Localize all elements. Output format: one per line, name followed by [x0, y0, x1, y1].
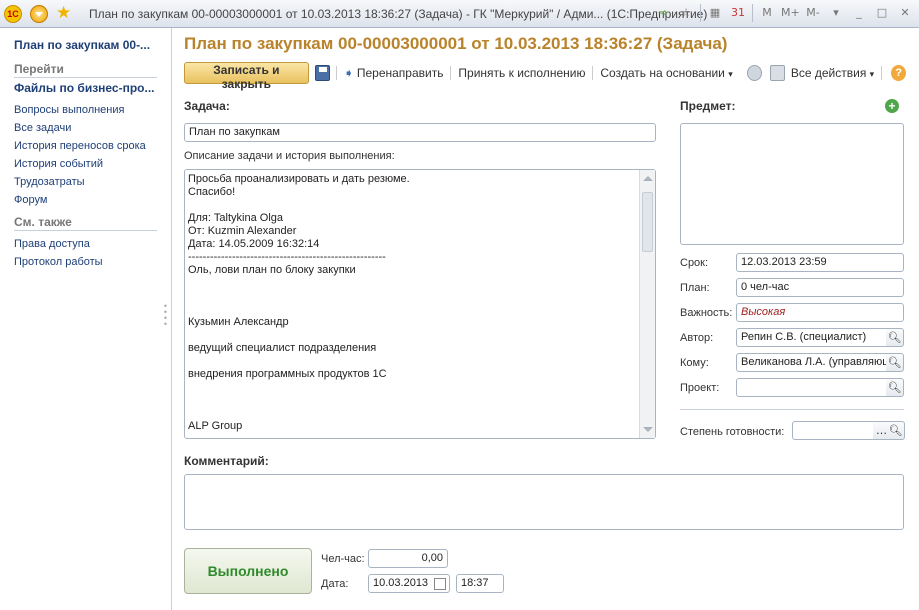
calculator-icon[interactable]: ▦ [706, 4, 724, 22]
task-name-field[interactable]: План по закупкам [184, 123, 656, 142]
comment-label: Комментарий: [184, 454, 269, 468]
favorite-star-icon[interactable]: ★ [56, 3, 71, 23]
to-search-icon[interactable]: 🔍︎ [886, 353, 904, 372]
description-text: Просьба проанализировать и дать резюме. … [188, 173, 410, 432]
scroll-down-icon[interactable] [643, 427, 653, 432]
all-actions-label: Все действия [790, 66, 867, 80]
comment-textarea[interactable] [184, 474, 904, 530]
deadline-label: Срок: [680, 257, 709, 269]
toolbar-separator [450, 66, 452, 80]
plan-label: План: [680, 282, 710, 294]
bookmark-icon[interactable]: ☆ [677, 4, 695, 22]
see-also-header: См. также [14, 215, 157, 231]
divider [680, 409, 904, 410]
title-bar: 1С ★ План по закупкам 00-00003000001 от … [0, 0, 919, 28]
sidebar-item-access-rights[interactable]: Права доступа [14, 235, 157, 253]
forward-arrow-icon[interactable]: ⇨ [654, 4, 672, 22]
time-field[interactable]: 18:37 [456, 574, 504, 593]
importance-field[interactable]: Высокая [736, 303, 904, 322]
sidebar-item-event-history[interactable]: История событий [14, 155, 157, 173]
sidebar-item-all-tasks[interactable]: Все задачи [14, 119, 157, 137]
sidebar-item-questions[interactable]: Вопросы выполнения [14, 101, 157, 119]
manhours-label: Чел-час: [321, 553, 365, 565]
project-label: Проект: [680, 382, 720, 394]
description-label: Описание задачи и история выполнения: [184, 150, 395, 162]
save-icon[interactable] [314, 65, 330, 81]
chevron-down-icon: ▾ [869, 69, 875, 79]
sidebar-item-labor[interactable]: Трудозатраты [14, 173, 157, 191]
create-based-button[interactable]: Создать на основании ▾ [594, 66, 738, 80]
memory-plus-button[interactable]: M+ [781, 4, 800, 22]
project-search-icon[interactable]: 🔍︎ [886, 378, 904, 397]
see-also-links: Права доступа Протокол работы [14, 235, 157, 271]
sidebar-item-deadline-history[interactable]: История переносов срока [14, 137, 157, 155]
sidebar-item-work-log[interactable]: Протокол работы [14, 253, 157, 271]
create-based-label: Создать на основании [600, 66, 725, 80]
main-menu-icon[interactable] [30, 5, 48, 23]
toolbar-separator [881, 66, 883, 80]
help-icon[interactable]: ? [891, 65, 907, 81]
readiness-field[interactable] [792, 421, 874, 440]
to-label: Кому: [680, 357, 709, 369]
deadline-field[interactable]: 12.03.2013 23:59 [736, 253, 904, 272]
memory-minus-button[interactable]: M- [804, 4, 822, 22]
manhours-field[interactable]: 0,00 [368, 549, 448, 568]
memory-m-button[interactable]: M [758, 4, 776, 22]
readiness-search-icon[interactable]: 🔍︎ [887, 421, 905, 440]
report-icon[interactable] [769, 65, 785, 81]
add-subject-icon[interactable]: + [885, 99, 899, 113]
description-textarea[interactable]: Просьба проанализировать и дать резюме. … [184, 169, 656, 439]
save-close-button[interactable]: Записать и закрыть [184, 62, 309, 91]
title-separator [752, 4, 753, 22]
dropdown-chevron-icon[interactable]: ▾ [827, 4, 845, 22]
sidebar-item-files[interactable]: Файлы по бизнес-про... [14, 81, 157, 95]
readiness-label: Степень готовности: [680, 426, 785, 438]
window-title: План по закупкам 00-00003000001 от 10.03… [89, 7, 708, 21]
clock-icon[interactable] [746, 65, 762, 81]
author-search-icon[interactable]: 🔍︎ [886, 328, 904, 347]
page-title: План по закупкам 00-00003000001 от 10.03… [184, 34, 728, 53]
calendar-icon[interactable] [434, 578, 446, 590]
description-scrollbar[interactable] [639, 170, 655, 438]
maximize-button[interactable]: □ [873, 4, 891, 22]
title-separator [700, 4, 701, 22]
chevron-down-icon: ▾ [728, 69, 733, 79]
minimize-button[interactable]: _ [850, 4, 868, 22]
close-button[interactable]: ✕ [896, 4, 914, 22]
scroll-up-icon[interactable] [643, 176, 653, 181]
forward-icon: ➧ [343, 66, 354, 80]
all-actions-button[interactable]: Все действия ▾ [785, 66, 880, 80]
resize-grip[interactable]: • • • • [164, 302, 167, 329]
main-panel: План по закупкам 00-00003000001 от 10.03… [173, 28, 919, 610]
toolbar-separator [335, 66, 337, 80]
accept-button[interactable]: Принять к исполнению [452, 66, 591, 80]
subject-label: Предмет: [680, 99, 736, 113]
sidebar-title[interactable]: План по закупкам 00-... [14, 38, 157, 52]
sidebar-links: Вопросы выполнения Все задачи История пе… [14, 101, 157, 209]
subject-list[interactable] [680, 123, 904, 245]
scroll-thumb[interactable] [642, 192, 653, 252]
author-field[interactable]: Репин С.В. (специалист) [736, 328, 887, 347]
sidebar: План по закупкам 00-... Перейти Файлы по… [0, 28, 172, 610]
done-button[interactable]: Выполнено [184, 548, 312, 594]
importance-label: Важность: [680, 307, 733, 319]
plan-field[interactable]: 0 чел-час [736, 278, 904, 297]
app-logo-icon[interactable]: 1С [4, 5, 22, 23]
to-field[interactable]: Великанова Л.А. (управляющ [736, 353, 887, 372]
title-bar-tools: ⇨ ☆ ▦ 31 M M+ M- ▾ _ □ ✕ [654, 4, 914, 22]
author-label: Автор: [680, 332, 714, 344]
toolbar-separator [592, 66, 594, 80]
forward-button[interactable]: Перенаправить [354, 66, 450, 80]
task-label: Задача: [184, 99, 230, 113]
toolbar: Записать и закрыть ➧ Перенаправить Приня… [184, 62, 907, 91]
date-label: Дата: [321, 578, 349, 590]
sidebar-item-forum[interactable]: Форум [14, 191, 157, 209]
goto-header: Перейти [14, 62, 157, 78]
calendar-icon[interactable]: 31 [729, 4, 747, 22]
project-field[interactable] [736, 378, 887, 397]
